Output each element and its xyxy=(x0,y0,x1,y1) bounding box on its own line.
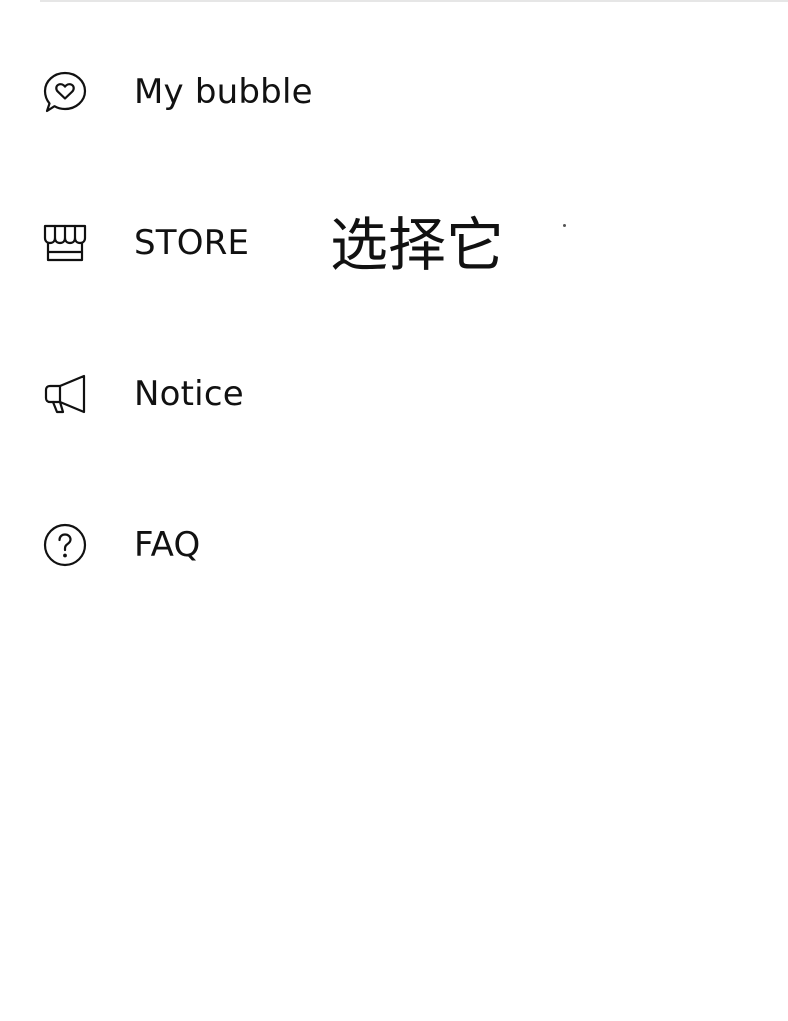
question-circle-icon xyxy=(40,520,90,570)
menu-item-faq[interactable]: FAQ xyxy=(40,505,460,585)
menu-item-notice[interactable]: Notice xyxy=(40,354,460,434)
menu-item-label: STORE xyxy=(134,223,250,263)
heart-chat-bubble-icon xyxy=(40,67,90,117)
stray-dot xyxy=(563,224,566,227)
menu-item-my-bubble[interactable]: My bubble xyxy=(40,52,460,132)
top-divider xyxy=(40,0,788,2)
menu-item-label: My bubble xyxy=(134,72,313,112)
menu-item-label: FAQ xyxy=(134,525,201,565)
menu-item-label: Notice xyxy=(134,374,244,414)
overlay-annotation: 选择它 xyxy=(330,211,505,279)
megaphone-icon xyxy=(40,369,90,419)
store-awning-icon xyxy=(40,218,90,268)
